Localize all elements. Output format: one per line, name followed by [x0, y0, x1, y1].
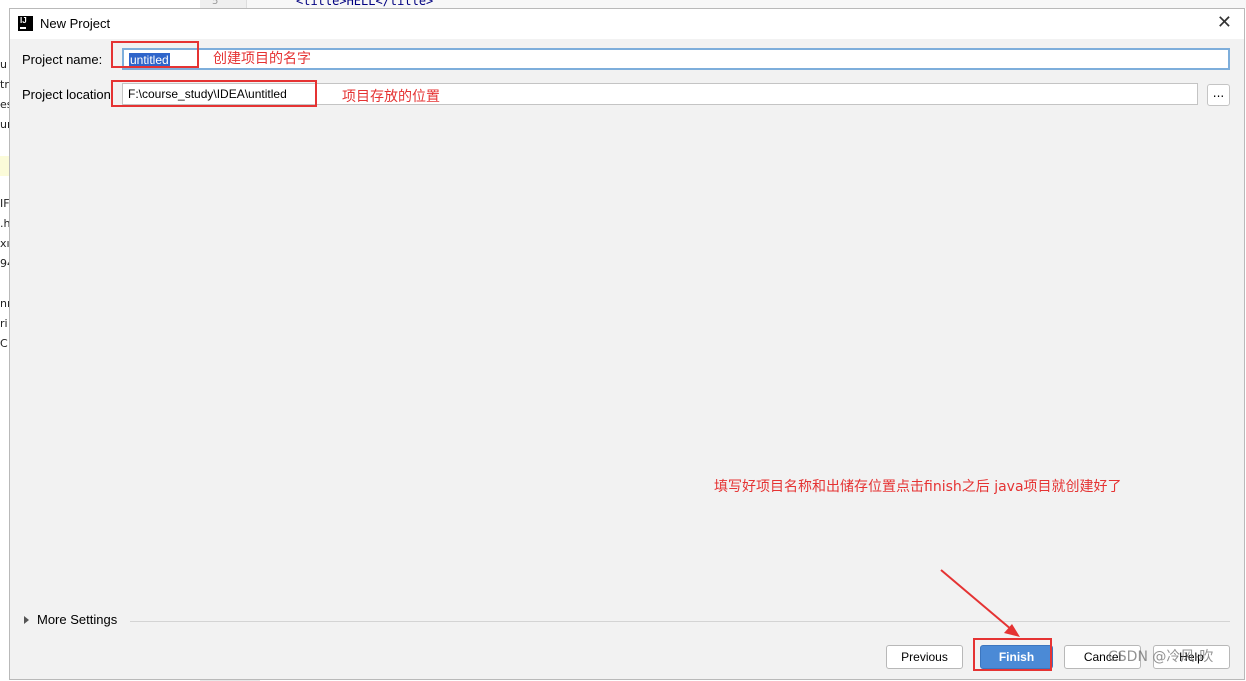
dialog-titlebar: IJ New Project ✕	[10, 9, 1244, 39]
more-settings-label: More Settings	[37, 612, 118, 627]
project-location-label: Project location	[22, 87, 111, 102]
triangle-right-icon	[24, 616, 29, 624]
background-fragment: 94	[0, 257, 9, 270]
background-project-panel: u tr es ur IF .h xı 94 nı ri C	[0, 8, 9, 681]
annotation-finish-instruction: 填写好项目名称和出储存位置点击finish之后 java项目就创建好了	[714, 479, 1122, 495]
csdn-watermark: CSDN @冷风-吹	[1108, 649, 1214, 665]
background-code-line: <title>HELL</title>	[296, 0, 434, 8]
background-line-number: 5	[212, 0, 219, 7]
background-fragment: ri	[0, 317, 8, 330]
background-gutter	[200, 0, 247, 8]
background-fragment: IF	[0, 197, 9, 210]
previous-button[interactable]: Previous	[886, 645, 963, 669]
dialog-title: New Project	[40, 16, 111, 31]
project-name-label: Project name:	[22, 52, 103, 67]
close-icon[interactable]: ✕	[1217, 13, 1232, 33]
background-fragment: es	[0, 98, 9, 111]
background-fragment: u	[0, 58, 7, 71]
annotation-project-name: 创建项目的名字	[213, 51, 311, 67]
browse-button[interactable]: ...	[1207, 84, 1230, 106]
background-fragment: xı	[0, 237, 9, 250]
background-fragment: nı	[0, 297, 9, 310]
background-highlight-row	[0, 156, 9, 176]
intellij-idea-icon: IJ	[18, 16, 33, 31]
annotation-box-project-name	[111, 41, 199, 68]
background-fragment: .h	[0, 217, 9, 230]
annotation-project-location: 项目存放的位置	[342, 89, 440, 105]
annotation-box-finish	[973, 638, 1052, 671]
background-fragment: ur	[0, 118, 9, 131]
background-fragment: tr	[0, 78, 9, 91]
more-settings-divider	[130, 621, 1230, 622]
background-fragment: C	[0, 337, 8, 350]
annotation-box-project-location	[111, 80, 317, 107]
more-settings-toggle[interactable]: More Settings	[24, 612, 117, 627]
new-project-dialog: IJ New Project ✕ Project name: untitled …	[9, 8, 1245, 680]
